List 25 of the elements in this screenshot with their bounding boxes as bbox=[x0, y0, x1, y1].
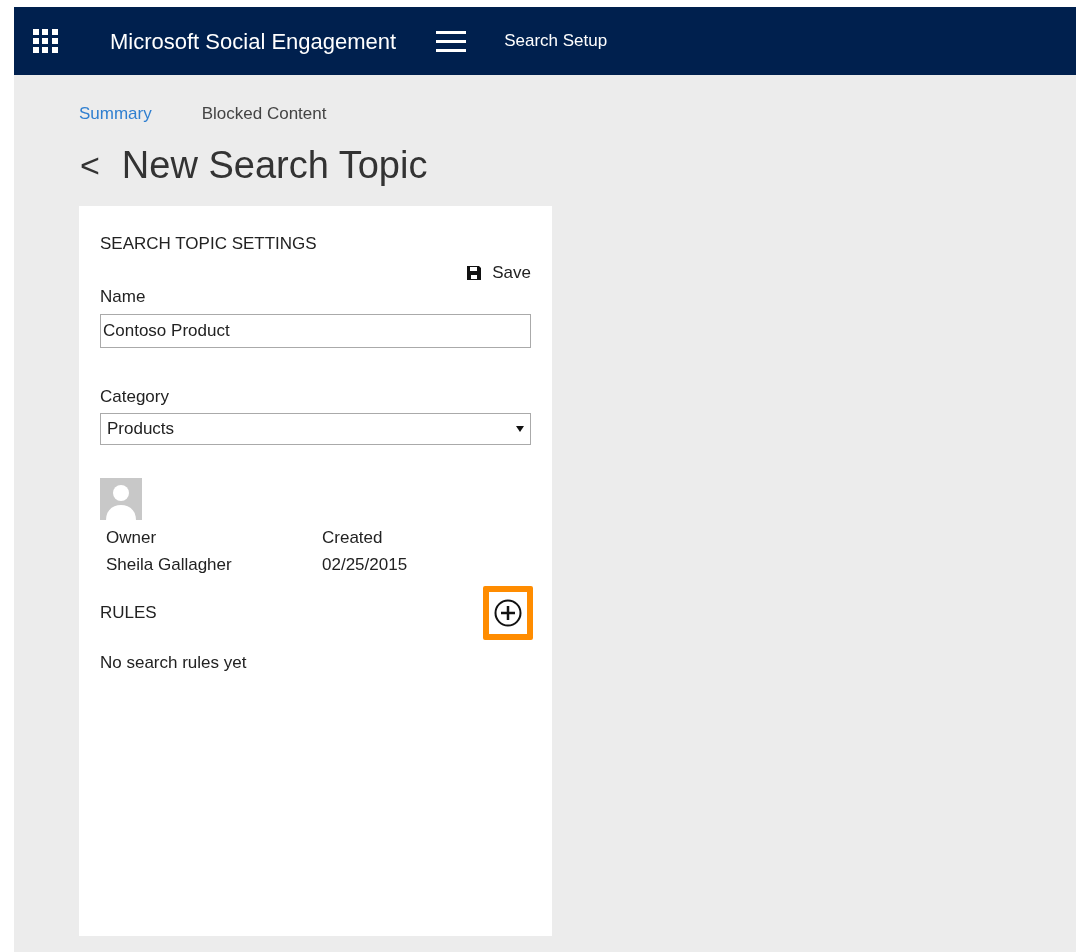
created-date: 02/25/2015 bbox=[322, 553, 409, 576]
avatar-icon bbox=[100, 477, 142, 520]
nav-tab[interactable]: Blocked Content bbox=[201, 101, 327, 127]
category-dropdown[interactable]: Products bbox=[100, 412, 531, 445]
field-label: Name bbox=[100, 285, 147, 308]
section-title: Search Setup bbox=[504, 30, 608, 53]
caret-icon bbox=[516, 424, 524, 433]
section-heading: RULES bbox=[100, 601, 157, 624]
section-heading: SEARCH TOPIC SETTINGS bbox=[100, 232, 318, 255]
menu-icon[interactable] bbox=[436, 30, 467, 52]
owner-label: Owner bbox=[106, 526, 158, 549]
app-launcher-icon[interactable] bbox=[33, 29, 58, 53]
created-label: Created bbox=[322, 526, 384, 549]
page-title: New Search Topic bbox=[121, 142, 428, 188]
name-field[interactable]: Contoso Product bbox=[100, 314, 531, 348]
field-label: Category bbox=[100, 386, 170, 408]
save-icon bbox=[466, 264, 483, 281]
add-icon bbox=[494, 598, 522, 627]
back-button[interactable]: < bbox=[80, 139, 100, 191]
add-rule-button[interactable] bbox=[483, 585, 533, 640]
owner-name: Sheila Gallagher bbox=[106, 553, 233, 576]
empty-rules-text: No search rules yet bbox=[100, 651, 248, 674]
nav-tab[interactable]: Summary bbox=[79, 101, 152, 127]
save-button[interactable]: Save bbox=[466, 260, 531, 286]
app-title: Microsoft Social Engagement bbox=[110, 27, 397, 56]
